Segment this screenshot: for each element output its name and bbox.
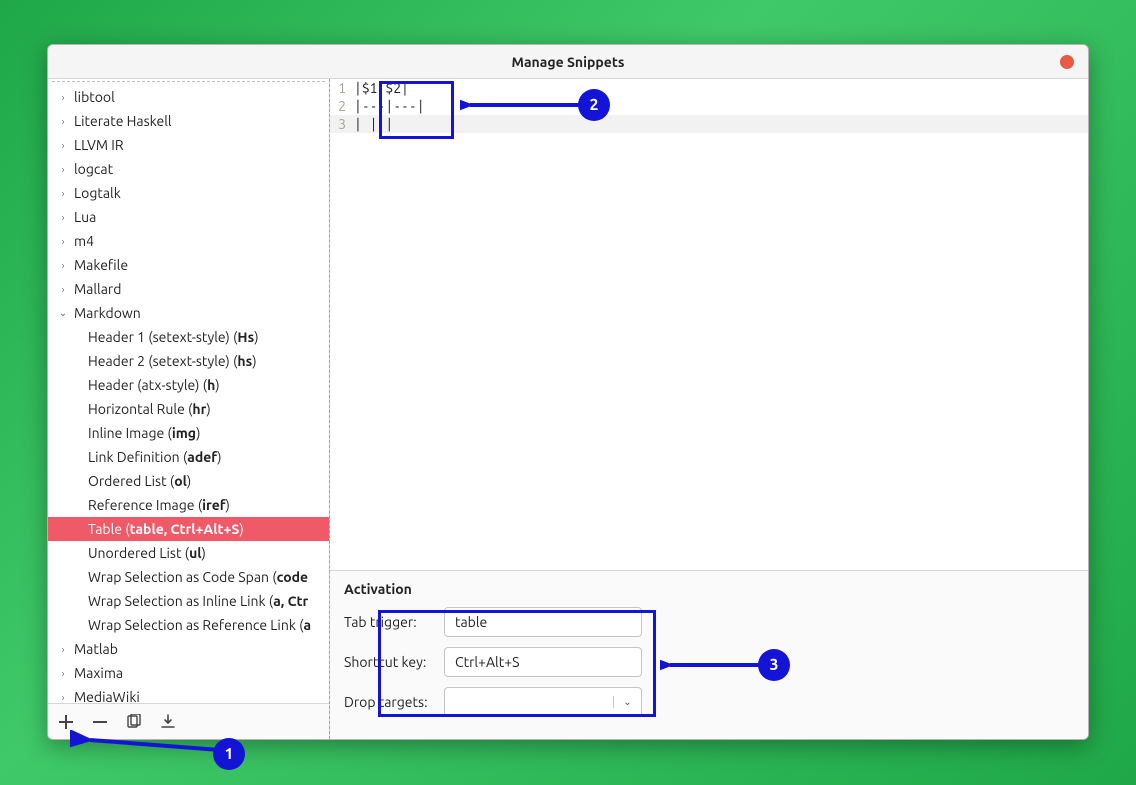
tree-item[interactable]: ›LLVM IR [48, 133, 329, 157]
tree-item[interactable]: Inline Image (img) [48, 421, 329, 445]
snippets-tree-panel: ›libtool ›Literate Haskell ›LLVM IR ›log… [48, 79, 330, 739]
chevron-right-icon: › [56, 692, 70, 703]
annotation-badge-2: 2 [578, 89, 610, 121]
tree-item[interactable]: Link Definition (adef) [48, 445, 329, 469]
snippet-editor-panel: 1|$1|$2| 2|---|---| 3| | | Activation Ta… [330, 79, 1088, 739]
tree-item[interactable]: ›m4 [48, 229, 329, 253]
tree-item[interactable]: Wrap Selection as Inline Link (a, Ctr [48, 589, 329, 613]
tree-item[interactable]: Wrap Selection as Code Span (code [48, 565, 329, 589]
drop-targets-label: Drop targets: [344, 694, 444, 710]
tree-item[interactable]: Unordered List (ul) [48, 541, 329, 565]
tree-item[interactable]: Reference Image (iref) [48, 493, 329, 517]
close-icon[interactable] [1060, 55, 1074, 69]
drag-handle[interactable] [52, 79, 325, 82]
minus-icon [93, 715, 107, 729]
titlebar: Manage Snippets [48, 45, 1088, 79]
tree-item[interactable]: Horizontal Rule (hr) [48, 397, 329, 421]
tree-item[interactable]: ›logcat [48, 157, 329, 181]
tree-item-markdown[interactable]: ⌄Markdown [48, 301, 329, 325]
snippet-code-editor[interactable]: 1|$1|$2| 2|---|---| 3| | | [330, 79, 1088, 570]
tree-item[interactable]: ›Makefile [48, 253, 329, 277]
tree-item[interactable]: Header 1 (setext-style) (Hs) [48, 325, 329, 349]
add-button[interactable] [56, 712, 76, 732]
chevron-right-icon: › [56, 284, 70, 295]
tree-item[interactable]: ›Maxima [48, 661, 329, 685]
chevron-right-icon: › [56, 116, 70, 127]
annotation-badge-1: 1 [213, 738, 245, 770]
chevron-right-icon: › [56, 140, 70, 151]
line-number: 2 [330, 97, 352, 115]
shortcut-key-label: Shortcut key: [344, 654, 444, 670]
chevron-right-icon: › [56, 92, 70, 103]
tree-item[interactable]: Ordered List (ol) [48, 469, 329, 493]
plus-icon [59, 715, 73, 729]
chevron-right-icon: › [56, 212, 70, 223]
window-title: Manage Snippets [512, 54, 625, 70]
tree-item[interactable]: ›libtool [48, 85, 329, 109]
tree-item[interactable]: ›Logtalk [48, 181, 329, 205]
chevron-right-icon: › [56, 644, 70, 655]
tree-item[interactable]: ›Literate Haskell [48, 109, 329, 133]
copy-icon [126, 714, 142, 730]
line-number: 1 [330, 79, 352, 97]
code-line: | | | [352, 115, 393, 133]
chevron-down-icon: ⌄ [613, 696, 641, 708]
chevron-right-icon: › [56, 236, 70, 247]
tree-item[interactable]: Header (atx-style) (h) [48, 373, 329, 397]
chevron-right-icon: › [56, 260, 70, 271]
tree-item[interactable]: ›Matlab [48, 637, 329, 661]
tab-trigger-label: Tab trigger: [344, 614, 444, 630]
shortcut-key-input[interactable]: Ctrl+Alt+S [444, 647, 642, 677]
tree-item-table[interactable]: Table (table, Ctrl+Alt+S) [48, 517, 329, 541]
remove-button[interactable] [90, 712, 110, 732]
drop-targets-combo[interactable]: ⌄ [444, 687, 642, 717]
chevron-right-icon: › [56, 164, 70, 175]
tab-trigger-input[interactable]: table [444, 607, 642, 637]
chevron-down-icon: ⌄ [56, 307, 70, 319]
chevron-right-icon: › [56, 668, 70, 679]
tree-item[interactable]: ›Lua [48, 205, 329, 229]
activation-heading: Activation [344, 581, 1074, 597]
chevron-right-icon: › [56, 188, 70, 199]
tree-item[interactable]: Wrap Selection as Reference Link (a [48, 613, 329, 637]
copy-button[interactable] [124, 712, 144, 732]
code-line: |$1|$2| [352, 79, 409, 97]
import-icon [160, 714, 176, 730]
code-line: |---|---| [352, 97, 425, 115]
annotation-badge-3: 3 [758, 649, 790, 681]
tree-item[interactable]: ›MediaWiki [48, 685, 329, 703]
snippets-tree[interactable]: ›libtool ›Literate Haskell ›LLVM IR ›log… [48, 83, 329, 703]
annotation-arrow-1 [70, 730, 230, 770]
tree-item[interactable]: Header 2 (setext-style) (hs) [48, 349, 329, 373]
import-button[interactable] [158, 712, 178, 732]
line-number: 3 [330, 115, 352, 133]
tree-item[interactable]: ›Mallard [48, 277, 329, 301]
snippets-window: Manage Snippets ›libtool ›Literate Haske… [47, 44, 1089, 740]
